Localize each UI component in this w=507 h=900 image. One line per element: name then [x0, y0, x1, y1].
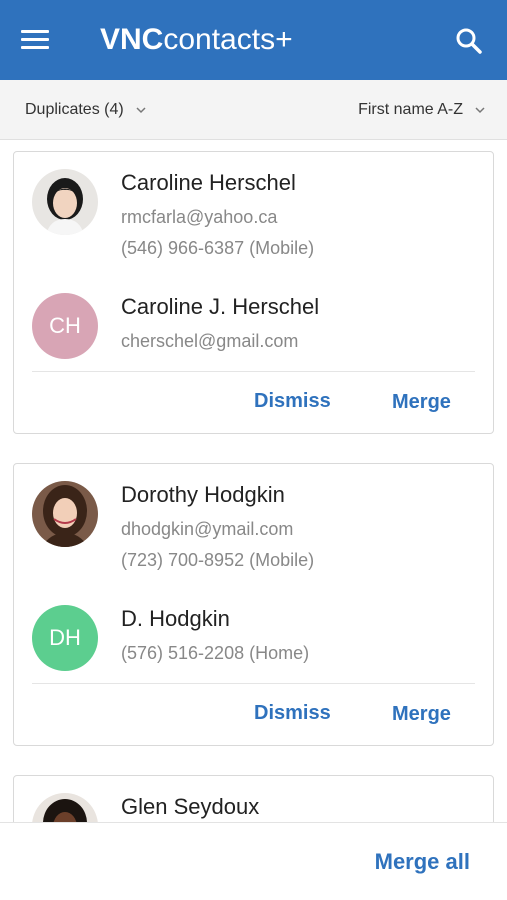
avatar: DH [32, 605, 98, 671]
merge-all-button[interactable]: Merge all [375, 847, 470, 877]
avatar [32, 793, 98, 822]
contact-name: Glen Seydoux [121, 794, 260, 819]
duplicate-card: Glen Seydoux [13, 775, 494, 822]
dismiss-button[interactable]: Dismiss [254, 387, 331, 415]
duplicates-list: Caroline Herschel rmcfarla@yahoo.ca (546… [0, 140, 507, 822]
sort-dropdown[interactable]: First name A-Z [358, 98, 485, 122]
chevron-down-icon [136, 107, 146, 114]
divider [32, 683, 475, 684]
contact-email: rmcfarla@yahoo.ca [121, 207, 278, 227]
bottom-bar: Merge all [0, 822, 507, 900]
contact-phone: (546) 966-6387 (Mobile) [121, 238, 315, 258]
duplicate-card: Dorothy Hodgkin dhodgkin@ymail.com (723)… [13, 463, 494, 746]
group-filter-label: Duplicates (4) [25, 101, 124, 118]
dismiss-button[interactable]: Dismiss [254, 699, 331, 727]
merge-button[interactable]: Merge [392, 700, 451, 728]
avatar [32, 481, 98, 547]
sort-label: First name A-Z [358, 101, 463, 118]
contact-name: Caroline J. Herschel [121, 294, 320, 319]
contact-item[interactable]: DH D. Hodgkin (576) 516-2208 (Home) [32, 605, 472, 675]
logo-bold: VNC [100, 23, 164, 56]
contact-item[interactable]: CH Caroline J. Herschel cherschel@gmail.… [32, 293, 472, 363]
filter-bar: Duplicates (4) First name A-Z [0, 80, 507, 140]
contact-item[interactable]: Caroline Herschel rmcfarla@yahoo.ca (546… [32, 169, 472, 259]
merge-button[interactable]: Merge [392, 388, 451, 416]
contact-item[interactable]: Glen Seydoux [32, 793, 472, 822]
menu-icon[interactable] [18, 26, 52, 54]
contact-name: D. Hodgkin [121, 606, 230, 631]
app-logo: VNCcontacts+ [100, 20, 293, 60]
contact-phone: (723) 700-8952 (Mobile) [121, 550, 315, 570]
avatar [32, 169, 98, 235]
contact-name: Caroline Herschel [121, 170, 296, 195]
contact-item[interactable]: Dorothy Hodgkin dhodgkin@ymail.com (723)… [32, 481, 472, 571]
logo-rest: contacts+ [163, 23, 293, 56]
app-bar: VNCcontacts+ [0, 0, 507, 80]
contact-phone: (576) 516-2208 (Home) [121, 643, 310, 663]
search-icon[interactable] [452, 24, 486, 58]
contact-name: Dorothy Hodgkin [121, 482, 285, 507]
avatar: CH [32, 293, 98, 359]
duplicate-card: Caroline Herschel rmcfarla@yahoo.ca (546… [13, 151, 494, 434]
contact-email: dhodgkin@ymail.com [121, 519, 294, 539]
divider [32, 371, 475, 372]
chevron-down-icon [475, 107, 485, 114]
group-filter-dropdown[interactable]: Duplicates (4) [25, 98, 146, 122]
contact-email: cherschel@gmail.com [121, 331, 299, 351]
